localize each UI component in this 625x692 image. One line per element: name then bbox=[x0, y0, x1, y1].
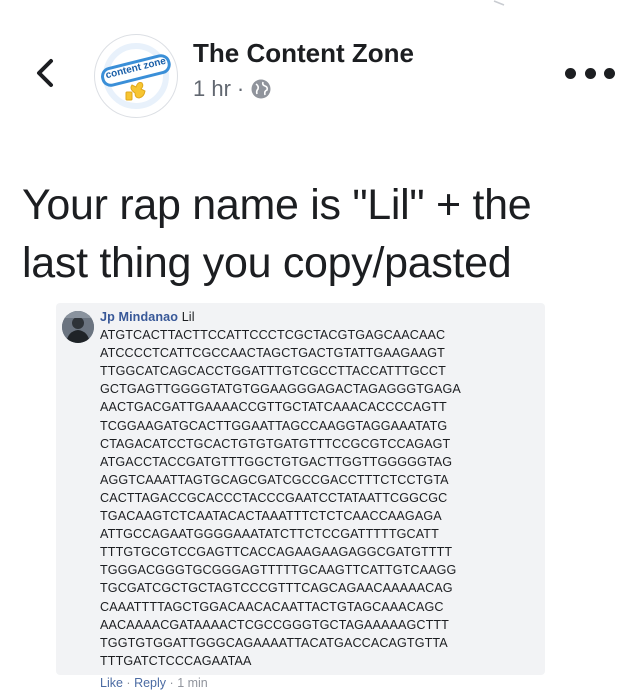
meta-separator: · bbox=[236, 76, 245, 101]
comment-text-line: TTTGATCTCCCAGAATAA bbox=[100, 653, 252, 668]
comment-text-line: AACTGACGATTGAAAACCGTTGCTATCAAACACCCCAGTT bbox=[100, 400, 447, 415]
comment-text: ATGTCACTTACTTCCATTCCCTCGCTACGTGAGCAACAAC… bbox=[100, 326, 540, 670]
reply-button[interactable]: Reply bbox=[134, 676, 166, 690]
globe-icon bbox=[251, 79, 271, 99]
corner-mark-icon bbox=[493, 0, 505, 6]
chevron-left-icon bbox=[37, 59, 53, 87]
comment-text-line: ATTGCCAGAATGGGGAAATATCTTCTCCGATTTTTGCATT bbox=[100, 527, 439, 542]
commenter-avatar[interactable] bbox=[62, 311, 94, 343]
comment-text-line: TGCGATCGCTGCTAGTCCCGTTTCAGCAGAACAAAAACAG bbox=[100, 581, 453, 596]
more-dots-icon bbox=[565, 67, 576, 79]
more-options-button[interactable] bbox=[565, 62, 615, 84]
comment-text-line: CAAATTTTAGCTGGACAACACAATTACTGTAGCAAACAGC bbox=[100, 599, 444, 614]
comment-text-line: TGGTGTGGATTGGGCAGAAAATTACATGACCACAGTGTTA bbox=[100, 635, 448, 650]
post-meta: 1 hr · bbox=[193, 76, 272, 102]
commenter-photo-icon bbox=[62, 311, 94, 343]
back-button[interactable] bbox=[30, 55, 60, 91]
action-separator: · bbox=[169, 675, 174, 690]
comment-text-line: ATGTCACTTACTTCCATTCCCTCGCTACGTGAGCAACAAC bbox=[100, 328, 446, 343]
comment-text-line: TTTGTGCGTCCGAGTTCACCAGAAGAAGAGGCGATGTTTT bbox=[100, 545, 453, 560]
comment-text-line: TGGGACGGGTGCGGGAGTTTTTGCAAGTTCATTGTCAAGG bbox=[100, 563, 457, 578]
comment-text-line: TCGGAAGATGCACTTGGAATTAGCCAAGGTAGGAAATATG bbox=[100, 418, 448, 433]
post-header: content zone The Content Zone 1 hr · bbox=[0, 0, 625, 120]
comment-text-line: ATCCCCTCATTCGCCAACTAGCTGACTGTATTGAAGAAGT bbox=[100, 346, 445, 361]
comment-text-line: GCTGAGTTGGGGTATGTGGAAGGGAGACTAGAGGGTGAGA bbox=[100, 382, 461, 397]
post-text: Your rap name is "Lil" + the last thing … bbox=[22, 181, 532, 287]
comment-text-line: AACAAAACGATAAAACTCGCCGGGTGCTAGAAAAAGCTTT bbox=[100, 617, 449, 632]
more-dot bbox=[584, 67, 596, 79]
comment-author-link[interactable]: Jp Mindanao bbox=[100, 310, 178, 324]
comment-text-line: ATGACCTACCGATGTTTGGCTGTGACTTGGTTGGGGGTAG bbox=[100, 454, 453, 469]
comment-text-line: TGACAAGTCTCAATACACTAAATTTCTCTCAACCAAGAGA bbox=[100, 509, 442, 524]
action-separator: · bbox=[126, 675, 131, 690]
comment-actions: Like · Reply · 1 min bbox=[100, 674, 540, 692]
comment-body: Jp Mindanao Lil ATGTCACTTACTTCCATTCCCTCG… bbox=[100, 308, 540, 692]
comment-text-line: CTAGACATCCTGCACTGTGTGATGTTTCCGCGTCCAGAGT bbox=[100, 436, 451, 451]
comment-text-line: TTGGCATCAGCACCTGGATTTGTCGCCTTACCATTTGCCT bbox=[100, 364, 446, 379]
comment-text-line: AGGTCAAATTAGTGCAGCGATCGCCGACCTTTCTCCTGTA bbox=[100, 472, 449, 487]
like-button[interactable]: Like bbox=[100, 676, 123, 690]
comment-time[interactable]: 1 min bbox=[177, 676, 208, 690]
page-avatar[interactable]: content zone bbox=[94, 34, 178, 118]
comment-text-line: CACTTAGACCGCACCCTACCCGAATCCTATAATTCGGCGC bbox=[100, 490, 448, 505]
post-timestamp[interactable]: 1 hr bbox=[193, 76, 231, 102]
comment-header-line: Jp Mindanao Lil bbox=[100, 308, 540, 326]
more-dot bbox=[604, 67, 615, 79]
page-name-link[interactable]: The Content Zone bbox=[193, 38, 414, 69]
comment-first-word: Lil bbox=[181, 310, 195, 324]
